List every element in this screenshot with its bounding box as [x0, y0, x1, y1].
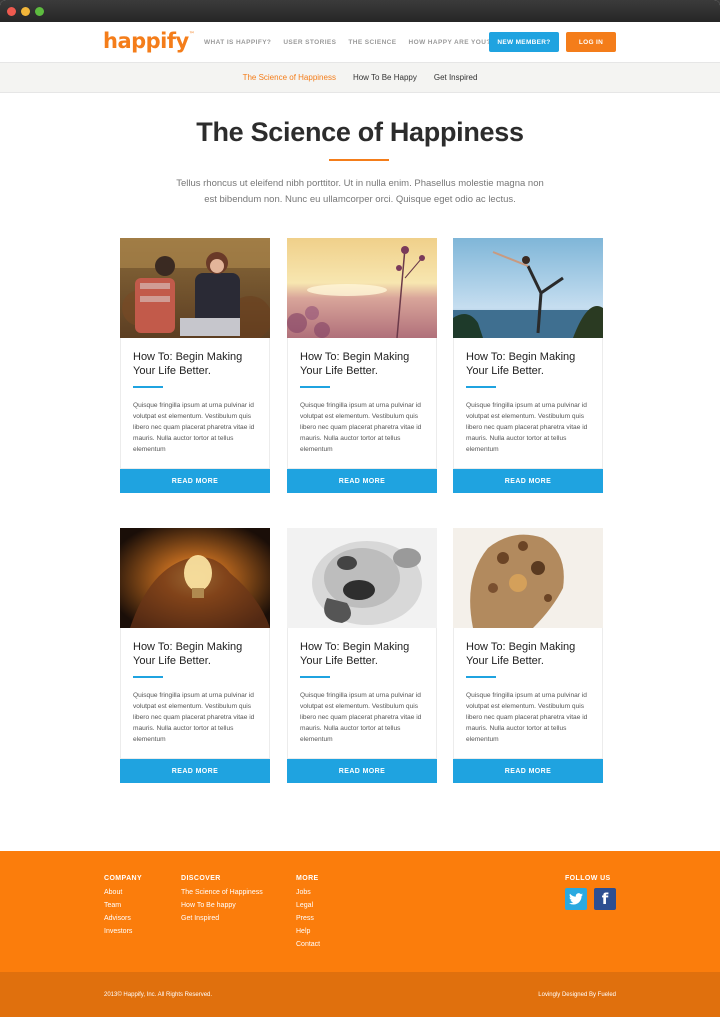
- double-exposure-photo[interactable]: [453, 528, 603, 628]
- page-title: The Science of Happiness: [196, 117, 524, 147]
- maximize-window-button[interactable]: [35, 6, 44, 16]
- article-card: How To: Begin Making Your Life Better. Q…: [120, 528, 270, 783]
- bulldog-photo[interactable]: [287, 528, 437, 628]
- read-more-button[interactable]: READ MORE: [120, 759, 270, 783]
- close-window-button[interactable]: [7, 6, 16, 16]
- flowers-sunset-photo[interactable]: [287, 238, 437, 338]
- footer-column-more: MORE Jobs Legal Press Help Contact: [296, 875, 320, 951]
- card-divider: [466, 386, 496, 388]
- footer-heading: DISCOVER: [181, 875, 221, 882]
- read-more-button[interactable]: READ MORE: [287, 759, 437, 783]
- article-card: How To: Begin Making Your Life Better. Q…: [453, 238, 603, 493]
- read-more-button[interactable]: READ MORE: [120, 469, 270, 493]
- article-card: How To: Begin Making Your Life Better. Q…: [120, 238, 270, 493]
- article-card: How To: Begin Making Your Life Better. Q…: [287, 238, 437, 493]
- twitter-icon[interactable]: [565, 888, 587, 910]
- logo-text: happify: [103, 29, 189, 53]
- site-footer: COMPANY About Team Advisors Investors DI…: [0, 851, 720, 972]
- footer-link-investors[interactable]: Investors: [104, 925, 142, 938]
- nav-user-stories[interactable]: USER STORIES: [283, 39, 336, 46]
- footer-column-discover: DISCOVER The Science of Happiness How To…: [181, 875, 263, 925]
- footer-link-press[interactable]: Press: [296, 912, 320, 925]
- card-divider: [133, 386, 163, 388]
- subnav-science-of-happiness[interactable]: The Science of Happiness: [243, 73, 336, 82]
- article-card: How To: Begin Making Your Life Better. Q…: [287, 528, 437, 783]
- main-nav: WHAT IS HAPPIFY? USER STORIES THE SCIENC…: [204, 39, 491, 46]
- card-excerpt: Quisque fringilla ipsum at urna pulvinar…: [466, 402, 588, 453]
- subnav-get-inspired[interactable]: Get Inspired: [434, 73, 478, 82]
- card-divider: [133, 676, 163, 678]
- card-body: How To: Begin Making Your Life Better. Q…: [287, 628, 437, 759]
- card-excerpt: Quisque fringilla ipsum at urna pulvinar…: [300, 692, 422, 743]
- read-more-button[interactable]: READ MORE: [287, 469, 437, 493]
- copyright-text: 2013© Happify, Inc. All Rights Reserved.: [104, 992, 213, 998]
- card-title[interactable]: How To: Begin Making Your Life Better.: [466, 350, 596, 378]
- title-divider: [329, 159, 389, 161]
- couple-autumn-photo[interactable]: [120, 238, 270, 338]
- card-divider: [466, 676, 496, 678]
- site-header: happify™ WHAT IS HAPPIFY? USER STORIES T…: [0, 22, 720, 62]
- footer-link-help[interactable]: Help: [296, 925, 320, 938]
- card-excerpt: Quisque fringilla ipsum at urna pulvinar…: [133, 692, 255, 743]
- card-body: How To: Begin Making Your Life Better. Q…: [120, 338, 270, 469]
- card-body: How To: Begin Making Your Life Better. Q…: [120, 628, 270, 759]
- login-button[interactable]: LOG IN: [566, 32, 616, 52]
- card-title[interactable]: How To: Begin Making Your Life Better.: [466, 640, 596, 668]
- facebook-icon[interactable]: f: [594, 888, 616, 910]
- footer-link-contact[interactable]: Contact: [296, 938, 320, 951]
- intro-line-1: Tellus rhoncus ut eleifend nibh porttito…: [176, 178, 544, 189]
- happify-logo[interactable]: happify™: [103, 29, 195, 53]
- card-divider: [300, 386, 330, 388]
- footer-link-how-to-be-happy[interactable]: How To Be happy: [181, 899, 263, 912]
- footer-heading: COMPANY: [104, 875, 143, 882]
- footer-link-team[interactable]: Team: [104, 899, 142, 912]
- card-excerpt: Quisque fringilla ipsum at urna pulvinar…: [300, 402, 422, 453]
- card-title[interactable]: How To: Begin Making Your Life Better.: [300, 350, 430, 378]
- card-title[interactable]: How To: Begin Making Your Life Better.: [133, 640, 263, 668]
- browser-window: happify™ WHAT IS HAPPIFY? USER STORIES T…: [0, 0, 720, 1017]
- logo-trademark: ™: [188, 31, 195, 38]
- follow-us: FOLLOW US f: [565, 875, 616, 910]
- read-more-button[interactable]: READ MORE: [453, 759, 603, 783]
- yoga-beach-photo[interactable]: [453, 238, 603, 338]
- nav-what-is-happify[interactable]: WHAT IS HAPPIFY?: [204, 39, 271, 46]
- read-more-button[interactable]: READ MORE: [453, 469, 603, 493]
- card-body: How To: Begin Making Your Life Better. Q…: [453, 338, 603, 469]
- card-excerpt: Quisque fringilla ipsum at urna pulvinar…: [133, 402, 255, 453]
- card-divider: [300, 676, 330, 678]
- card-body: How To: Begin Making Your Life Better. Q…: [287, 338, 437, 469]
- designed-by-link[interactable]: Lovingly Designed By Fueled: [538, 992, 616, 998]
- follow-heading: FOLLOW US: [565, 875, 611, 882]
- footer-link-legal[interactable]: Legal: [296, 899, 320, 912]
- footer-column-company: COMPANY About Team Advisors Investors: [104, 875, 142, 938]
- footer-link-jobs[interactable]: Jobs: [296, 886, 320, 899]
- new-member-button[interactable]: NEW MEMBER?: [489, 32, 559, 52]
- footer-link-about[interactable]: About: [104, 886, 142, 899]
- card-title[interactable]: How To: Begin Making Your Life Better.: [300, 640, 430, 668]
- lightbulb-hands-photo[interactable]: [120, 528, 270, 628]
- footer-link-advisors[interactable]: Advisors: [104, 912, 142, 925]
- card-excerpt: Quisque fringilla ipsum at urna pulvinar…: [466, 692, 588, 743]
- minimize-window-button[interactable]: [21, 6, 30, 16]
- nav-the-science[interactable]: THE SCIENCE: [348, 39, 396, 46]
- sub-nav: The Science of Happiness How To Be Happy…: [0, 62, 720, 93]
- footer-link-science[interactable]: The Science of Happiness: [181, 886, 263, 899]
- page-intro: Tellus rhoncus ut eleifend nibh porttito…: [150, 176, 570, 208]
- footer-bottom-bar: 2013© Happify, Inc. All Rights Reserved.…: [0, 972, 720, 1017]
- title-bar: [0, 0, 720, 22]
- footer-heading: MORE: [296, 875, 319, 882]
- card-title[interactable]: How To: Begin Making Your Life Better.: [133, 350, 263, 378]
- footer-link-get-inspired[interactable]: Get Inspired: [181, 912, 263, 925]
- subnav-how-to-be-happy[interactable]: How To Be Happy: [353, 73, 417, 82]
- intro-line-2: est bibendum non. Nunc eu ullamcorper or…: [204, 194, 516, 205]
- article-card: How To: Begin Making Your Life Better. Q…: [453, 528, 603, 783]
- card-body: How To: Begin Making Your Life Better. Q…: [453, 628, 603, 759]
- nav-how-happy-are-you[interactable]: HOW HAPPY ARE YOU?: [409, 39, 491, 46]
